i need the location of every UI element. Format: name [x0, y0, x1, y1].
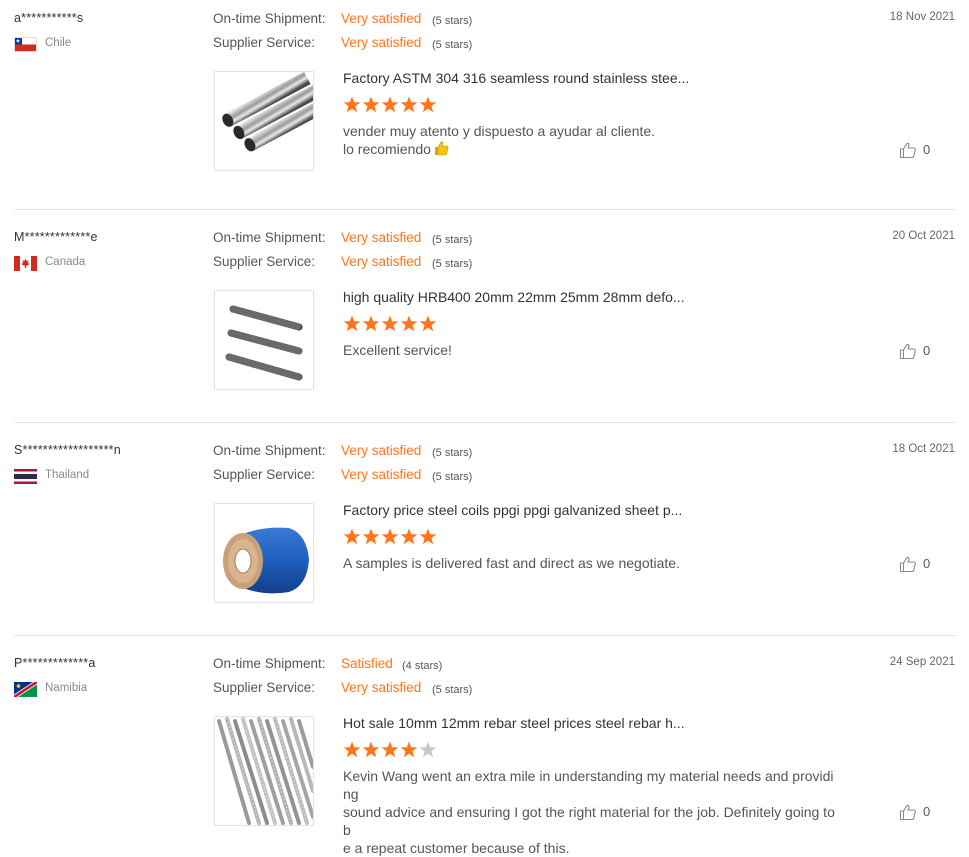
- star-icon: [362, 315, 380, 332]
- blue-steel-coil-image[interactable]: [214, 503, 314, 603]
- canada-flag-icon: [14, 256, 37, 271]
- shipment-value: Very satisfied: [341, 230, 422, 245]
- star-icon: [343, 315, 361, 332]
- comment-line: Excellent service!: [343, 342, 452, 358]
- review-comment: A samples is delivered fast and direct a…: [343, 554, 838, 572]
- product-title-link[interactable]: Factory ASTM 304 316 seamless round stai…: [343, 70, 689, 86]
- stainless-steel-pipes-image[interactable]: [214, 71, 314, 171]
- like-count: 0: [923, 343, 931, 358]
- shipment-value: Satisfied: [341, 656, 393, 671]
- star-icon: [381, 96, 399, 113]
- namibia-flag-icon: [14, 682, 37, 697]
- rating-stars: [343, 315, 443, 333]
- star-icon: [419, 528, 437, 545]
- star-icon: [419, 96, 437, 113]
- comment-line: vender muy atento y dispuesto a ayudar a…: [343, 123, 656, 139]
- rebar-bars-image[interactable]: [214, 290, 314, 390]
- star-icon: [343, 741, 361, 758]
- reviewer-country: Canada: [45, 256, 86, 268]
- shipment-stars-count: (4 stars): [402, 660, 443, 672]
- comment-line: sound advice and ensuring I got the righ…: [343, 804, 835, 838]
- like-count: 0: [923, 804, 931, 819]
- like-button[interactable]: 0: [899, 555, 939, 575]
- shipment-stars-count: (5 stars): [432, 447, 473, 459]
- service-label: Supplier Service:: [213, 35, 316, 50]
- star-icon: [400, 528, 418, 545]
- service-stars-count: (5 stars): [432, 258, 473, 270]
- review-divider: [14, 635, 956, 636]
- rating-stars: [343, 96, 443, 114]
- service-value: Very satisfied: [341, 467, 422, 482]
- rebar-bundle-image[interactable]: [214, 716, 314, 826]
- star-icon: [362, 96, 380, 113]
- review-comment: Kevin Wang went an extra mile in underst…: [343, 767, 838, 857]
- shipment-label: On-time Shipment:: [213, 656, 326, 671]
- service-value: Very satisfied: [341, 35, 422, 50]
- service-stars-count: (5 stars): [432, 39, 473, 51]
- star-icon: [381, 741, 399, 758]
- star-icon: [362, 741, 380, 758]
- shipment-label: On-time Shipment:: [213, 443, 326, 458]
- product-title-link[interactable]: Factory price steel coils ppgi ppgi galv…: [343, 502, 682, 518]
- review-date: 24 Sep 2021: [889, 656, 955, 668]
- star-icon: [343, 96, 361, 113]
- thumbs-up-icon: [899, 556, 916, 573]
- star-icon: [400, 96, 418, 113]
- star-icon: [419, 315, 437, 332]
- reviewer-name: a***********s: [14, 11, 84, 25]
- star-empty-icon: [419, 741, 437, 758]
- shipment-stars-count: (5 stars): [432, 15, 473, 27]
- service-stars-count: (5 stars): [432, 684, 473, 696]
- shipment-value: Very satisfied: [341, 443, 422, 458]
- reviewer-name: P*************a: [14, 656, 96, 670]
- shipment-label: On-time Shipment:: [213, 11, 326, 26]
- comment-line: lo recomiendo: [343, 140, 838, 160]
- star-icon: [362, 528, 380, 545]
- review-comment: vender muy atento y dispuesto a ayudar a…: [343, 122, 838, 160]
- reviewer-country: Chile: [45, 37, 72, 49]
- review-divider: [14, 209, 956, 210]
- like-button[interactable]: 0: [899, 342, 939, 362]
- service-value: Very satisfied: [341, 680, 422, 695]
- review-date: 18 Nov 2021: [889, 11, 955, 23]
- star-icon: [343, 528, 361, 545]
- like-count: 0: [923, 142, 931, 157]
- chile-flag-icon: [14, 37, 37, 52]
- service-label: Supplier Service:: [213, 467, 316, 482]
- reviewer-name: M*************e: [14, 230, 98, 244]
- review-divider: [14, 422, 956, 423]
- review-comment: Excellent service!: [343, 341, 838, 359]
- shipment-label: On-time Shipment:: [213, 230, 326, 245]
- comment-line: A samples is delivered fast and direct a…: [343, 555, 680, 571]
- thumbs-up-icon: [899, 804, 916, 821]
- like-button[interactable]: 0: [899, 141, 939, 161]
- product-title-link[interactable]: Hot sale 10mm 12mm rebar steel prices st…: [343, 715, 685, 731]
- reviewer-country: Thailand: [45, 469, 90, 481]
- rating-stars: [343, 741, 443, 759]
- shipment-stars-count: (5 stars): [432, 234, 473, 246]
- comment-line: Kevin Wang went an extra mile in underst…: [343, 768, 834, 802]
- star-icon: [381, 315, 399, 332]
- reviewer-name: S******************n: [14, 443, 121, 457]
- service-label: Supplier Service:: [213, 254, 316, 269]
- like-count: 0: [923, 556, 931, 571]
- thumbs-up-emoji-icon: [433, 140, 449, 160]
- thailand-flag-icon: [14, 469, 37, 484]
- review-date: 20 Oct 2021: [892, 230, 955, 242]
- rating-stars: [343, 528, 443, 546]
- comment-line: e a repeat customer because of this.: [343, 840, 570, 856]
- thumbs-up-icon: [899, 142, 916, 159]
- thumbs-up-icon: [899, 343, 916, 360]
- service-label: Supplier Service:: [213, 680, 316, 695]
- review-date: 18 Oct 2021: [892, 443, 955, 455]
- star-icon: [381, 528, 399, 545]
- service-stars-count: (5 stars): [432, 471, 473, 483]
- like-button[interactable]: 0: [899, 803, 939, 823]
- shipment-value: Very satisfied: [341, 11, 422, 26]
- service-value: Very satisfied: [341, 254, 422, 269]
- reviewer-country: Namibia: [45, 682, 88, 694]
- product-title-link[interactable]: high quality HRB400 20mm 22mm 25mm 28mm …: [343, 289, 685, 305]
- star-icon: [400, 315, 418, 332]
- star-icon: [400, 741, 418, 758]
